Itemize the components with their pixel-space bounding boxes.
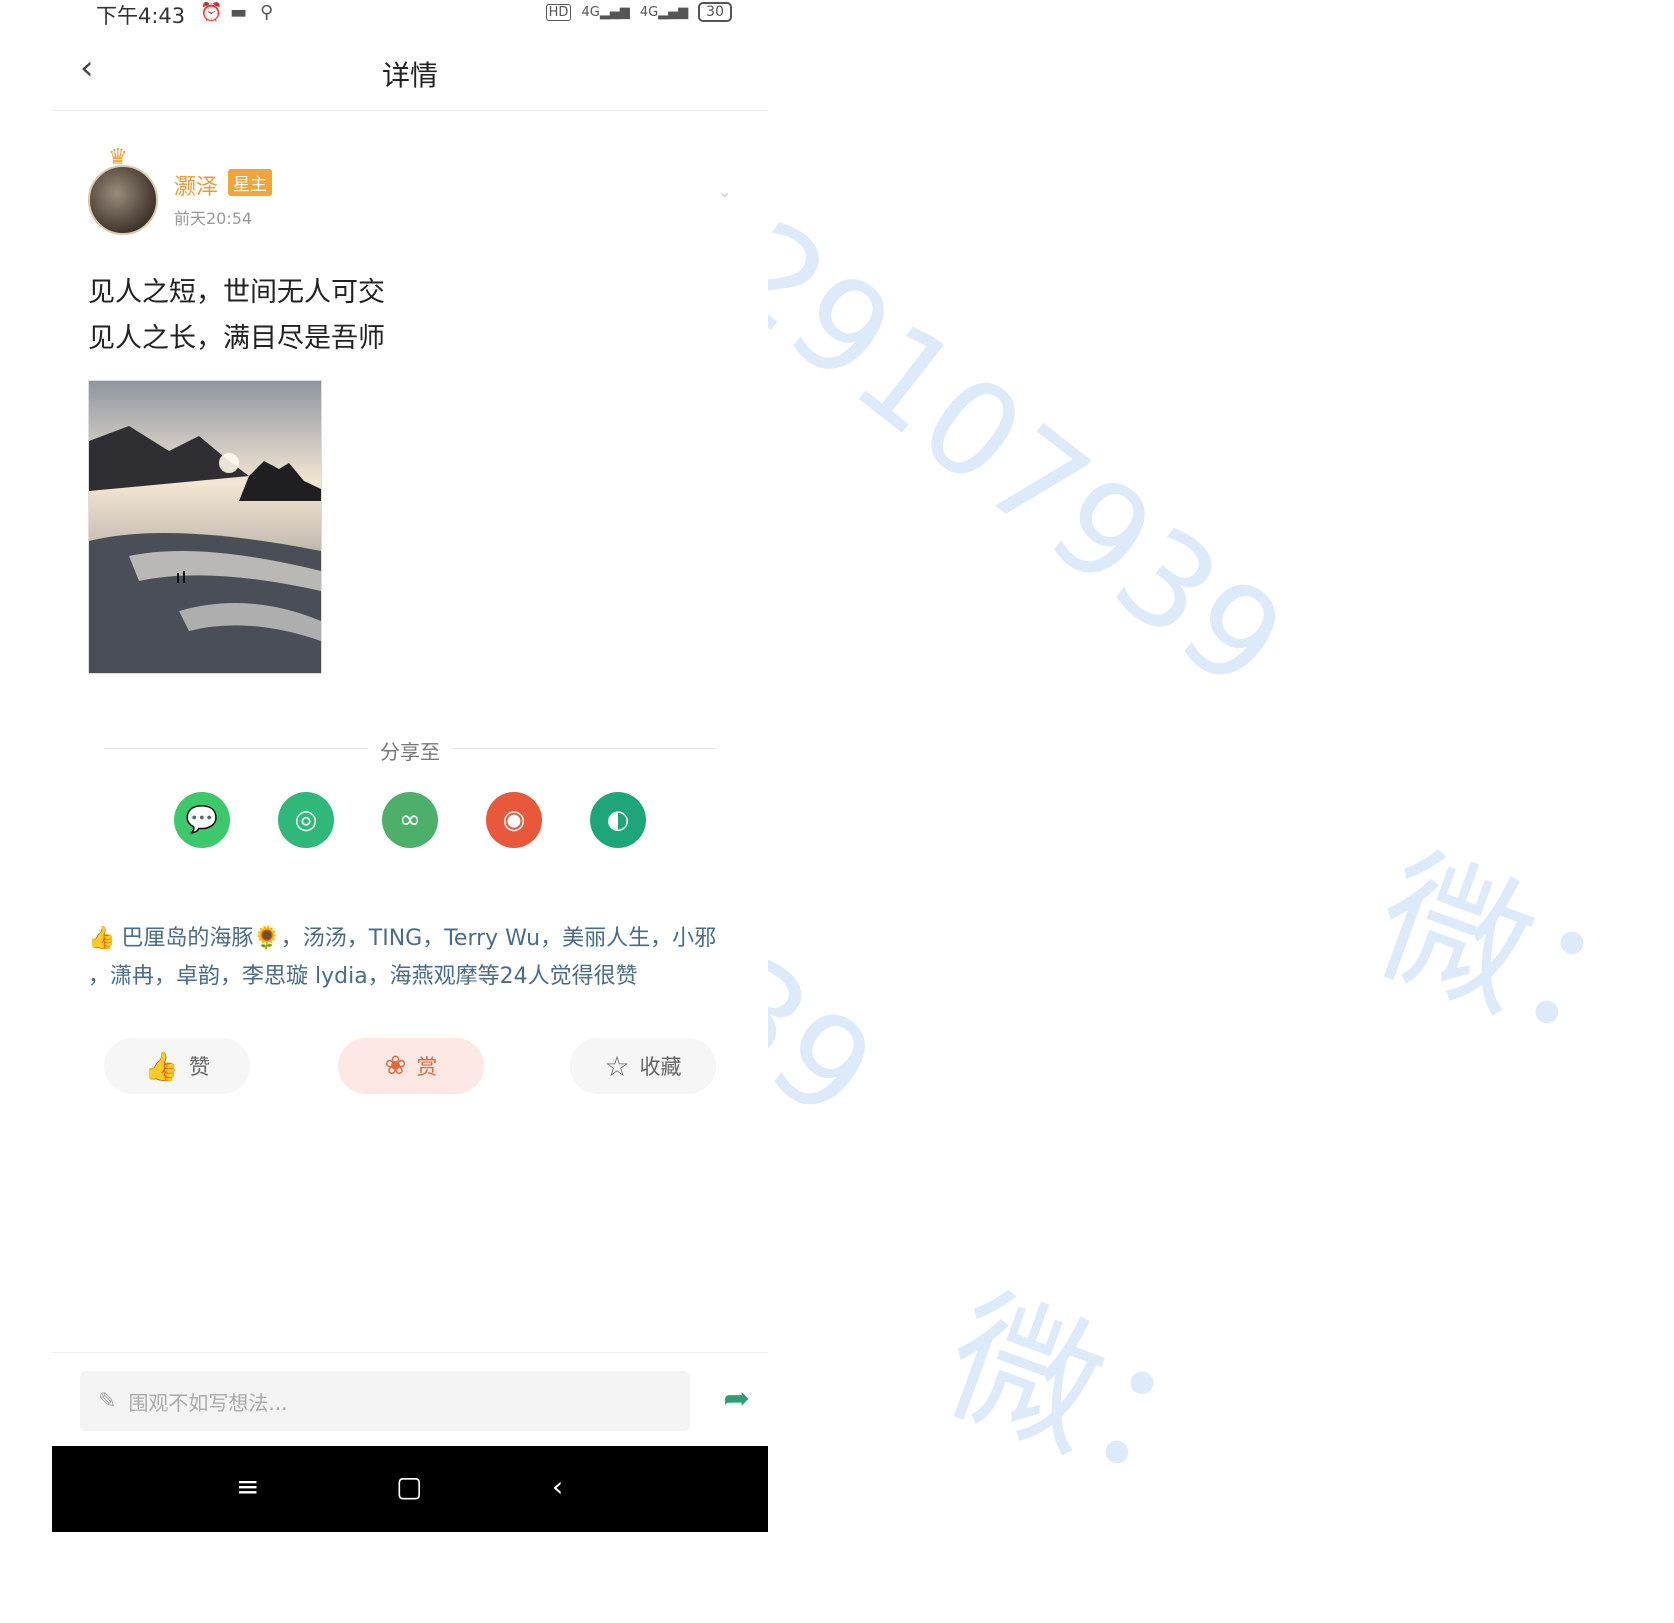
nav-header: ‹ 详情 <box>52 36 768 111</box>
system-nav-bar: ≡ ▢ ‹ <box>52 1446 768 1532</box>
battery-icon: 30 <box>698 2 732 22</box>
thumbs-up-outline-icon: 👍 <box>144 1049 179 1083</box>
watermark-char: 微： <box>924 1268 1267 1535</box>
reward-label: 赏 <box>416 1055 438 1079</box>
share-arrow-icon[interactable]: ➦ <box>723 1379 750 1417</box>
pencil-icon: ✎ <box>98 1388 117 1414</box>
author-name[interactable]: 灏泽 <box>174 169 218 201</box>
menu-nav-icon[interactable]: ≡ <box>236 1470 259 1503</box>
beach-sunset-image <box>89 381 321 673</box>
weibo-icon: ◉ <box>502 805 526 835</box>
link-icon: ∞ <box>399 805 421 835</box>
like-label: 赞 <box>188 1055 210 1079</box>
action-bar: 👍 赞 ❀ 赏 ☆ 收藏 <box>104 1038 716 1094</box>
star-icon: ☆ <box>604 1049 630 1083</box>
author-block: ♛ 灏泽 星主 前天20:54 <box>88 145 728 235</box>
signal-icon: 4G▂▄▆ <box>639 4 689 20</box>
moments-icon: ◎ <box>294 805 318 835</box>
favorite-button[interactable]: ☆ 收藏 <box>570 1038 716 1094</box>
status-bar: 下午4:43 ⏰ ▬ ⚲ HD 4G▂▄▆ 4G▂▄▆ 30 <box>52 0 768 30</box>
reward-button[interactable]: ❀ 赏 <box>338 1038 484 1094</box>
likes-line: ，潇冉，卓韵，李思璇 lydia，海燕观摩等24人觉得很赞 <box>88 964 638 989</box>
hd-icon: HD <box>545 3 572 21</box>
thumbs-up-icon: 👍 <box>88 926 116 951</box>
message-icon: ▬ <box>230 2 248 23</box>
phone-screen: 下午4:43 ⏰ ▬ ⚲ HD 4G▂▄▆ 4G▂▄▆ 30 ‹ 详情 ♛ 灏泽… <box>52 0 768 1532</box>
usb-icon: ⚲ <box>260 2 274 23</box>
like-button[interactable]: 👍 赞 <box>104 1038 250 1094</box>
status-right: HD 4G▂▄▆ 4G▂▄▆ 30 <box>545 2 732 22</box>
page-title: 详情 <box>381 59 438 92</box>
comment-input[interactable]: ✎ 围观不如写想法... <box>80 1371 690 1431</box>
image-icon: ◐ <box>606 805 630 835</box>
likes-line: 👍 巴厘岛的海豚🌻，汤汤，TING，Terry Wu，美丽人生，小邪 <box>88 926 717 951</box>
weibo-share-button[interactable]: ◉ <box>486 792 542 848</box>
home-nav-icon[interactable]: ▢ <box>396 1470 422 1503</box>
post-line: 见人之短，世间无人可交 <box>88 277 385 308</box>
post-image[interactable] <box>88 380 322 674</box>
image-share-button[interactable]: ◐ <box>590 792 646 848</box>
post-line: 见人之长，满目尽是吾师 <box>88 323 385 354</box>
flower-icon: ❀ <box>384 1051 407 1081</box>
back-nav-icon[interactable]: ‹ <box>552 1470 563 1503</box>
comment-placeholder: 围观不如写想法... <box>128 1390 288 1415</box>
moments-share-button[interactable]: ◎ <box>278 792 334 848</box>
more-caret-icon[interactable]: ⌄ <box>718 182 731 201</box>
status-time: 下午4:43 <box>96 4 186 28</box>
watermark-char: 微： <box>1354 828 1674 1095</box>
post-content: 见人之短，世间无人可交 见人之长，满目尽是吾师 <box>88 270 385 362</box>
favorite-label: 收藏 <box>639 1055 682 1079</box>
wechat-icon: 💬 <box>185 805 219 835</box>
author-badge: 星主 <box>228 169 272 196</box>
alarm-icon: ⏰ <box>200 2 223 23</box>
link-share-button[interactable]: ∞ <box>382 792 438 848</box>
wechat-share-button[interactable]: 💬 <box>174 792 230 848</box>
comment-bar: ✎ 围观不如写想法... ➦ <box>52 1352 768 1447</box>
share-title: 分享至 <box>52 736 768 765</box>
share-row: 💬 ◎ ∞ ◉ ◐ <box>174 792 646 848</box>
likes-list: 👍 巴厘岛的海豚🌻，汤汤，TING，Terry Wu，美丽人生，小邪 ，潇冉，卓韵… <box>88 920 728 996</box>
avatar[interactable] <box>88 165 158 235</box>
signal-icon: 4G▂▄▆ <box>581 4 630 20</box>
post-time: 前天20:54 <box>174 209 253 228</box>
